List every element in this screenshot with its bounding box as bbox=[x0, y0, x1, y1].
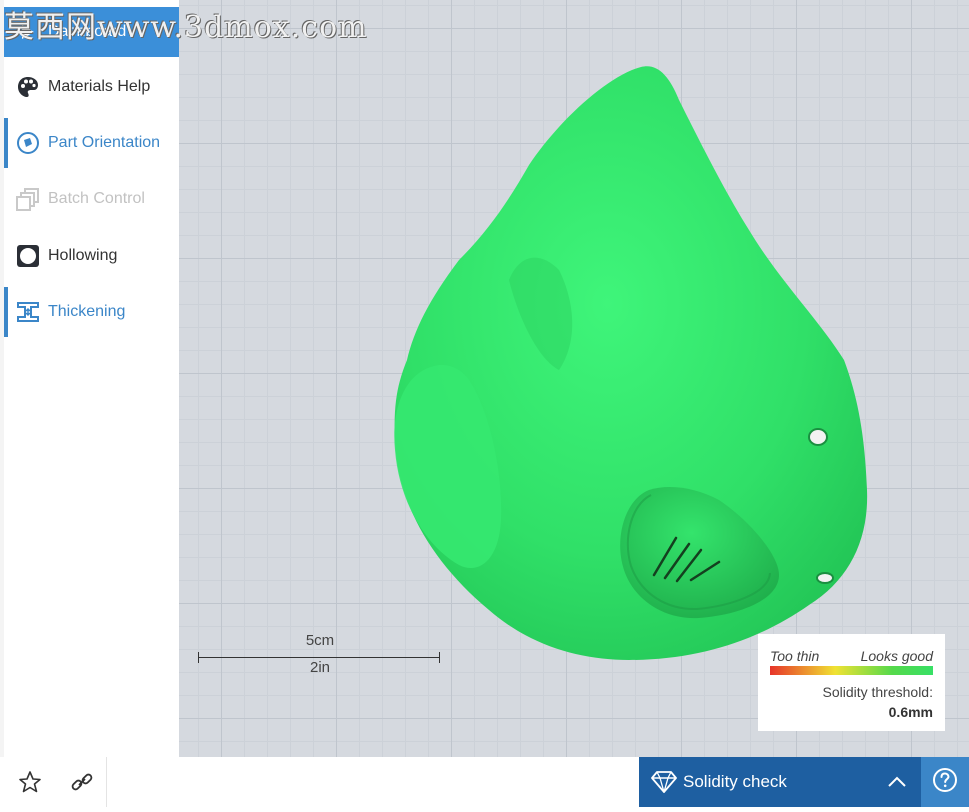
solidity-check-label: Solidity check bbox=[683, 772, 787, 791]
app-window: Dashboard Materials Help Part Orientatio… bbox=[0, 0, 969, 812]
thickening-icon bbox=[16, 300, 40, 324]
legend-low-label: Too thin bbox=[770, 648, 820, 664]
sidebar-item-label: Batch Control bbox=[48, 190, 145, 207]
sidebar-item-label: Part Orientation bbox=[48, 134, 161, 151]
solidity-legend: Too thin Looks good Solidity threshold: … bbox=[758, 634, 945, 731]
threshold-label: Solidity threshold: bbox=[822, 684, 933, 700]
legend-high-label: Looks good bbox=[860, 648, 933, 664]
chevron-up-icon[interactable] bbox=[887, 772, 907, 792]
help-icon bbox=[932, 767, 958, 798]
scale-bar: 5cm 2in bbox=[198, 632, 442, 676]
scale-line bbox=[198, 652, 440, 663]
legend-gradient-bar bbox=[770, 666, 933, 675]
watermark-text: 莫西网www.3dmox.com bbox=[4, 10, 368, 45]
link-icon[interactable] bbox=[70, 770, 94, 794]
batch-icon bbox=[16, 187, 40, 211]
legend-labels: Too thin Looks good bbox=[770, 648, 933, 664]
orientation-icon bbox=[16, 131, 40, 155]
scale-metric-label: 5cm bbox=[305, 632, 335, 649]
hollowing-icon bbox=[16, 244, 40, 268]
sidebar: Dashboard Materials Help Part Orientatio… bbox=[0, 0, 179, 757]
sidebar-item-part-orientation[interactable]: Part Orientation bbox=[4, 118, 179, 168]
sidebar-item-hollowing[interactable]: Hollowing bbox=[4, 231, 179, 281]
bottom-tools bbox=[4, 757, 107, 807]
3d-viewport[interactable]: 5cm 2in Too thin Looks good Solidity thr… bbox=[179, 0, 969, 757]
sidebar-item-label: Thickening bbox=[48, 303, 126, 320]
sidebar-item-materials-help[interactable]: Materials Help bbox=[4, 62, 179, 112]
sidebar-item-thickening[interactable]: Thickening bbox=[4, 287, 179, 337]
diamond-icon bbox=[651, 771, 677, 795]
sidebar-item-label: Materials Help bbox=[48, 78, 151, 95]
solidity-check-button[interactable]: Solidity check bbox=[639, 757, 921, 807]
palette-icon bbox=[16, 75, 40, 99]
scale-imperial-label: 2in bbox=[309, 659, 331, 676]
sidebar-item-batch-control[interactable]: Batch Control bbox=[4, 174, 179, 224]
star-icon[interactable] bbox=[18, 770, 42, 794]
help-button[interactable] bbox=[921, 757, 969, 807]
threshold-value: 0.6mm bbox=[888, 704, 933, 720]
bottom-bar: Solidity check bbox=[0, 757, 969, 812]
sidebar-item-label: Hollowing bbox=[48, 247, 118, 264]
